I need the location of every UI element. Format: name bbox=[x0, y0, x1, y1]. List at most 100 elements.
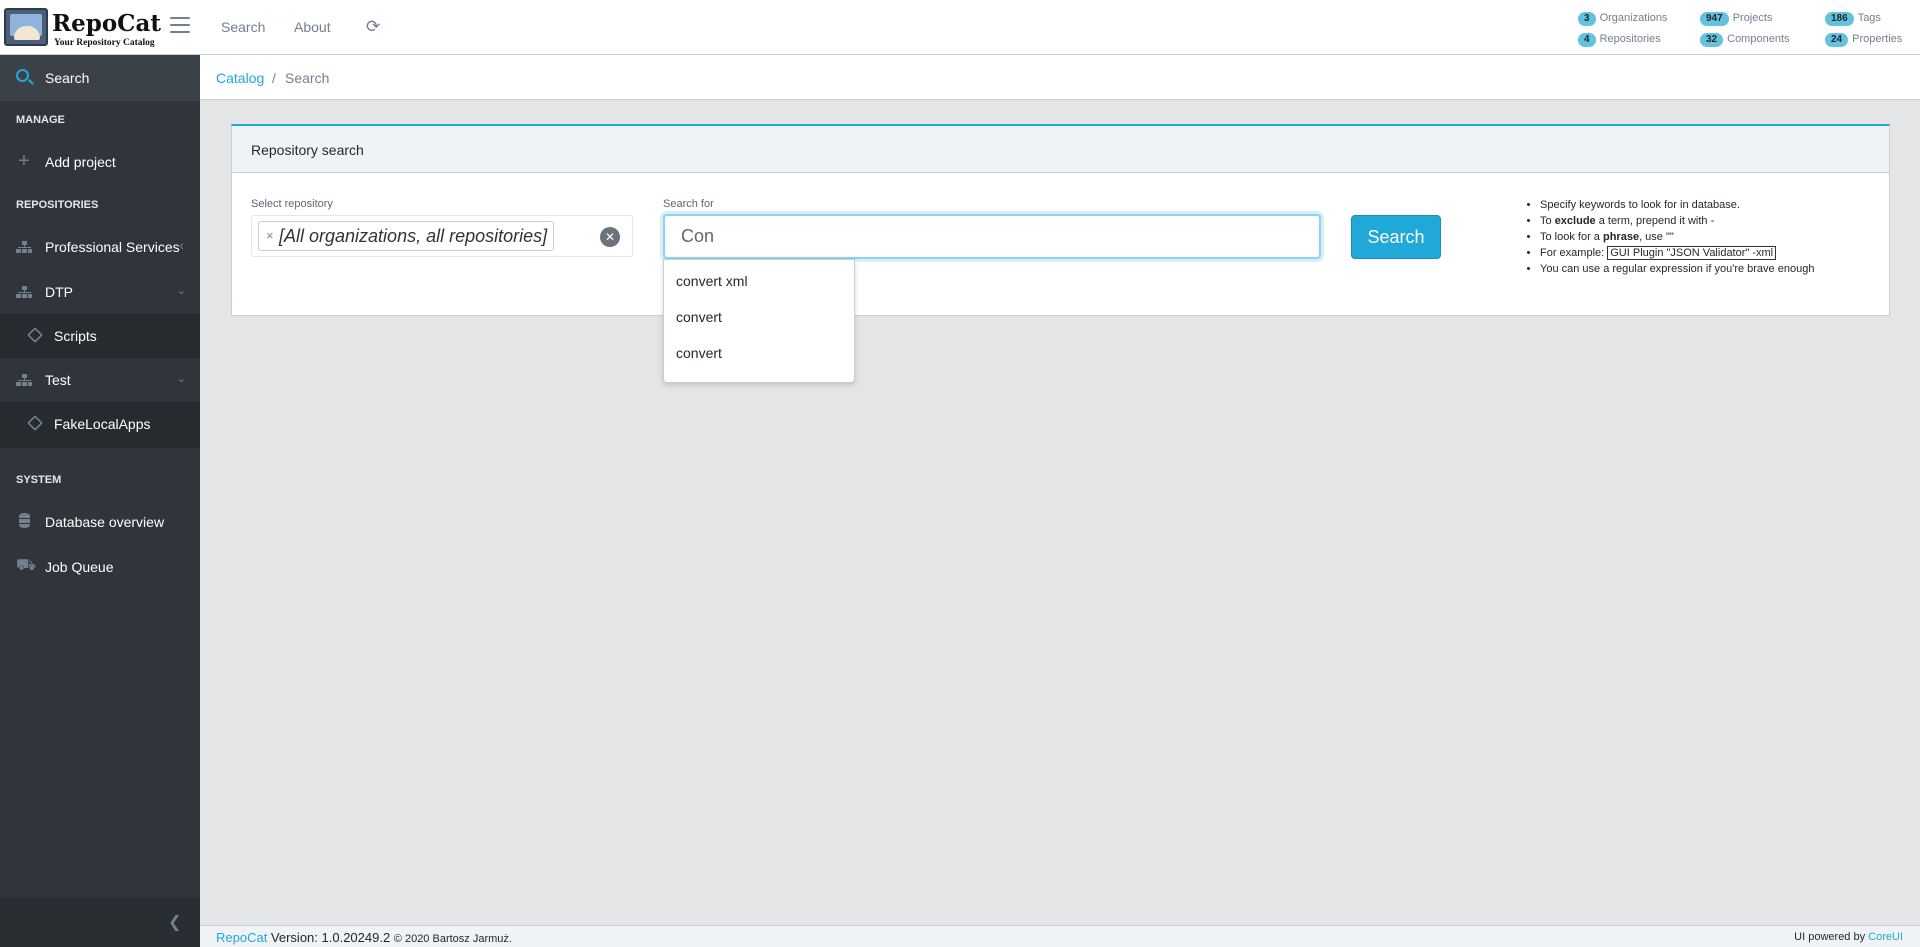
count-badge: 186 bbox=[1825, 12, 1854, 26]
suggestion-item[interactable]: convert bbox=[664, 335, 854, 371]
tip-text: a term, prepend it with - bbox=[1595, 215, 1715, 227]
sidebar-item-label: Job Queue bbox=[45, 559, 114, 575]
codepen-icon bbox=[27, 415, 43, 431]
count-badge: 947 bbox=[1700, 12, 1729, 26]
stat-label: Tags bbox=[1857, 12, 1881, 24]
breadcrumb: Catalog / Search bbox=[200, 55, 1920, 100]
search-icon bbox=[16, 69, 29, 82]
tip-text: To look for a bbox=[1540, 231, 1603, 243]
tip-example-code: GUI Plugin "JSON Validator" -xml bbox=[1607, 246, 1777, 260]
sidebar-item-search[interactable]: Search bbox=[0, 55, 200, 101]
sidebar-item-dtp[interactable]: DTP ⌄ bbox=[0, 270, 200, 314]
footer-powered-text: UI powered by bbox=[1794, 931, 1869, 943]
app-header: RepoCat Your Repository Catalog Search A… bbox=[0, 0, 1920, 55]
sidebar-item-label: Database overview bbox=[45, 514, 165, 530]
footer-right: UI powered by CoreUI bbox=[1794, 931, 1903, 943]
stat-organizations[interactable]: 3 Organizations bbox=[1578, 11, 1667, 26]
footer-app-link[interactable]: RepoCat bbox=[216, 930, 267, 945]
tip-text: You can use a regular expression if you'… bbox=[1540, 263, 1815, 275]
tip-text: For example: bbox=[1540, 247, 1608, 259]
stat-label: Organizations bbox=[1599, 12, 1668, 24]
sidebar-item-label: Professional Services bbox=[45, 239, 180, 255]
footer-left: RepoCat Version: 1.0.20249.2 © 2020 Bart… bbox=[216, 930, 512, 945]
chevron-down-icon: ⌄ bbox=[176, 285, 186, 297]
tip-item: To exclude a term, prepend it with - bbox=[1540, 213, 1876, 229]
menu-toggle-icon[interactable] bbox=[170, 17, 190, 35]
count-badge: 24 bbox=[1825, 33, 1849, 47]
plus-icon: + bbox=[18, 150, 30, 172]
brand-logo[interactable]: RepoCat Your Repository Catalog bbox=[4, 6, 164, 50]
stat-components[interactable]: 32 Components bbox=[1700, 32, 1790, 47]
sitemap-icon bbox=[16, 286, 32, 299]
search-input[interactable] bbox=[663, 214, 1321, 259]
breadcrumb-separator: / bbox=[272, 70, 276, 86]
tip-item: You can use a regular expression if you'… bbox=[1540, 261, 1876, 277]
sidebar-item-label: Add project bbox=[45, 154, 116, 170]
tip-text: To bbox=[1540, 215, 1555, 227]
stat-properties[interactable]: 24 Properties bbox=[1825, 32, 1902, 47]
database-icon bbox=[19, 513, 30, 528]
tip-item: Specify keywords to look for in database… bbox=[1540, 197, 1876, 213]
tip-text: , use "" bbox=[1639, 231, 1674, 243]
sidebar-item-professional-services[interactable]: Professional Services ‹ bbox=[0, 225, 200, 269]
tip-item: To look for a phrase, use "" bbox=[1540, 229, 1876, 245]
stat-label: Components bbox=[1727, 33, 1790, 45]
selected-repository-tag: × [All organizations, all repositories] bbox=[258, 221, 555, 251]
sidebar-section-system: SYSTEM bbox=[16, 474, 62, 486]
card-title: Repository search bbox=[251, 142, 364, 158]
autocomplete-dropdown: convert xml convert convert bbox=[663, 259, 855, 383]
sidebar-item-job-queue[interactable]: ⛟ Job Queue bbox=[0, 545, 200, 589]
sidebar-item-add-project[interactable]: + Add project bbox=[0, 140, 200, 184]
nav-about-link[interactable]: About bbox=[294, 19, 331, 35]
breadcrumb-catalog-link[interactable]: Catalog bbox=[216, 70, 264, 86]
remove-tag-icon[interactable]: × bbox=[266, 222, 274, 250]
stat-label: Properties bbox=[1852, 33, 1903, 45]
repocat-logo-icon bbox=[4, 8, 48, 46]
stat-label: Repositories bbox=[1599, 33, 1661, 45]
count-badge: 3 bbox=[1578, 12, 1596, 26]
sidebar-item-test[interactable]: Test ⌄ bbox=[0, 358, 200, 402]
codepen-icon bbox=[27, 327, 43, 343]
brand-subtitle: Your Repository Catalog bbox=[54, 38, 155, 48]
cart-icon: ⛟ bbox=[16, 557, 37, 574]
repository-search-card: Repository search Select repository × [A… bbox=[231, 124, 1890, 316]
sidebar: Search MANAGE + Add project REPOSITORIES… bbox=[0, 55, 200, 947]
select-repository-label: Select repository bbox=[251, 198, 333, 210]
refresh-icon[interactable]: ⟳ bbox=[366, 18, 380, 36]
clear-selection-icon[interactable]: ✕ bbox=[600, 227, 620, 247]
sidebar-item-label: Test bbox=[45, 372, 71, 388]
sidebar-item-label: Search bbox=[45, 70, 90, 86]
sidebar-item-fakelocalapps[interactable]: FakeLocalApps bbox=[0, 402, 200, 448]
footer-version: Version: 1.0.20249.2 bbox=[267, 930, 394, 945]
sitemap-icon bbox=[16, 241, 32, 254]
sitemap-icon bbox=[16, 374, 32, 387]
tip-bold: exclude bbox=[1554, 215, 1596, 227]
count-badge: 32 bbox=[1700, 33, 1724, 47]
sidebar-minimizer[interactable]: ❮ bbox=[0, 897, 200, 947]
footer-copyright: © 2020 Bartosz Jarmuż. bbox=[393, 933, 512, 945]
sidebar-item-label: Scripts bbox=[54, 328, 97, 344]
chevron-left-icon: ❮ bbox=[168, 914, 182, 931]
footer-coreui-link[interactable]: CoreUI bbox=[1868, 931, 1903, 943]
nav-search-link[interactable]: Search bbox=[221, 19, 265, 35]
search-for-label: Search for bbox=[663, 198, 714, 210]
stat-label: Projects bbox=[1732, 12, 1773, 24]
search-tips: Specify keywords to look for in database… bbox=[1526, 197, 1876, 277]
card-header: Repository search bbox=[232, 126, 1889, 173]
sidebar-section-repositories: REPOSITORIES bbox=[16, 199, 99, 211]
stat-repositories[interactable]: 4 Repositories bbox=[1578, 32, 1661, 47]
breadcrumb-current: Search bbox=[285, 70, 330, 86]
stat-tags[interactable]: 186 Tags bbox=[1825, 11, 1881, 26]
sidebar-item-database-overview[interactable]: Database overview bbox=[0, 500, 200, 544]
suggestion-item[interactable]: convert bbox=[664, 299, 854, 335]
tip-item: For example: GUI Plugin "JSON Validator"… bbox=[1540, 245, 1876, 261]
stat-projects[interactable]: 947 Projects bbox=[1700, 11, 1772, 26]
chevron-left-icon: ‹ bbox=[179, 237, 184, 253]
search-button[interactable]: Search bbox=[1351, 215, 1441, 259]
sidebar-section-manage: MANAGE bbox=[16, 114, 65, 126]
sidebar-item-scripts[interactable]: Scripts bbox=[0, 314, 200, 358]
chevron-down-icon: ⌄ bbox=[176, 373, 186, 385]
suggestion-item[interactable]: convert xml bbox=[664, 263, 854, 299]
repository-select[interactable]: × [All organizations, all repositories] … bbox=[251, 215, 633, 257]
selected-repository-label: [All organizations, all repositories] bbox=[279, 226, 548, 246]
